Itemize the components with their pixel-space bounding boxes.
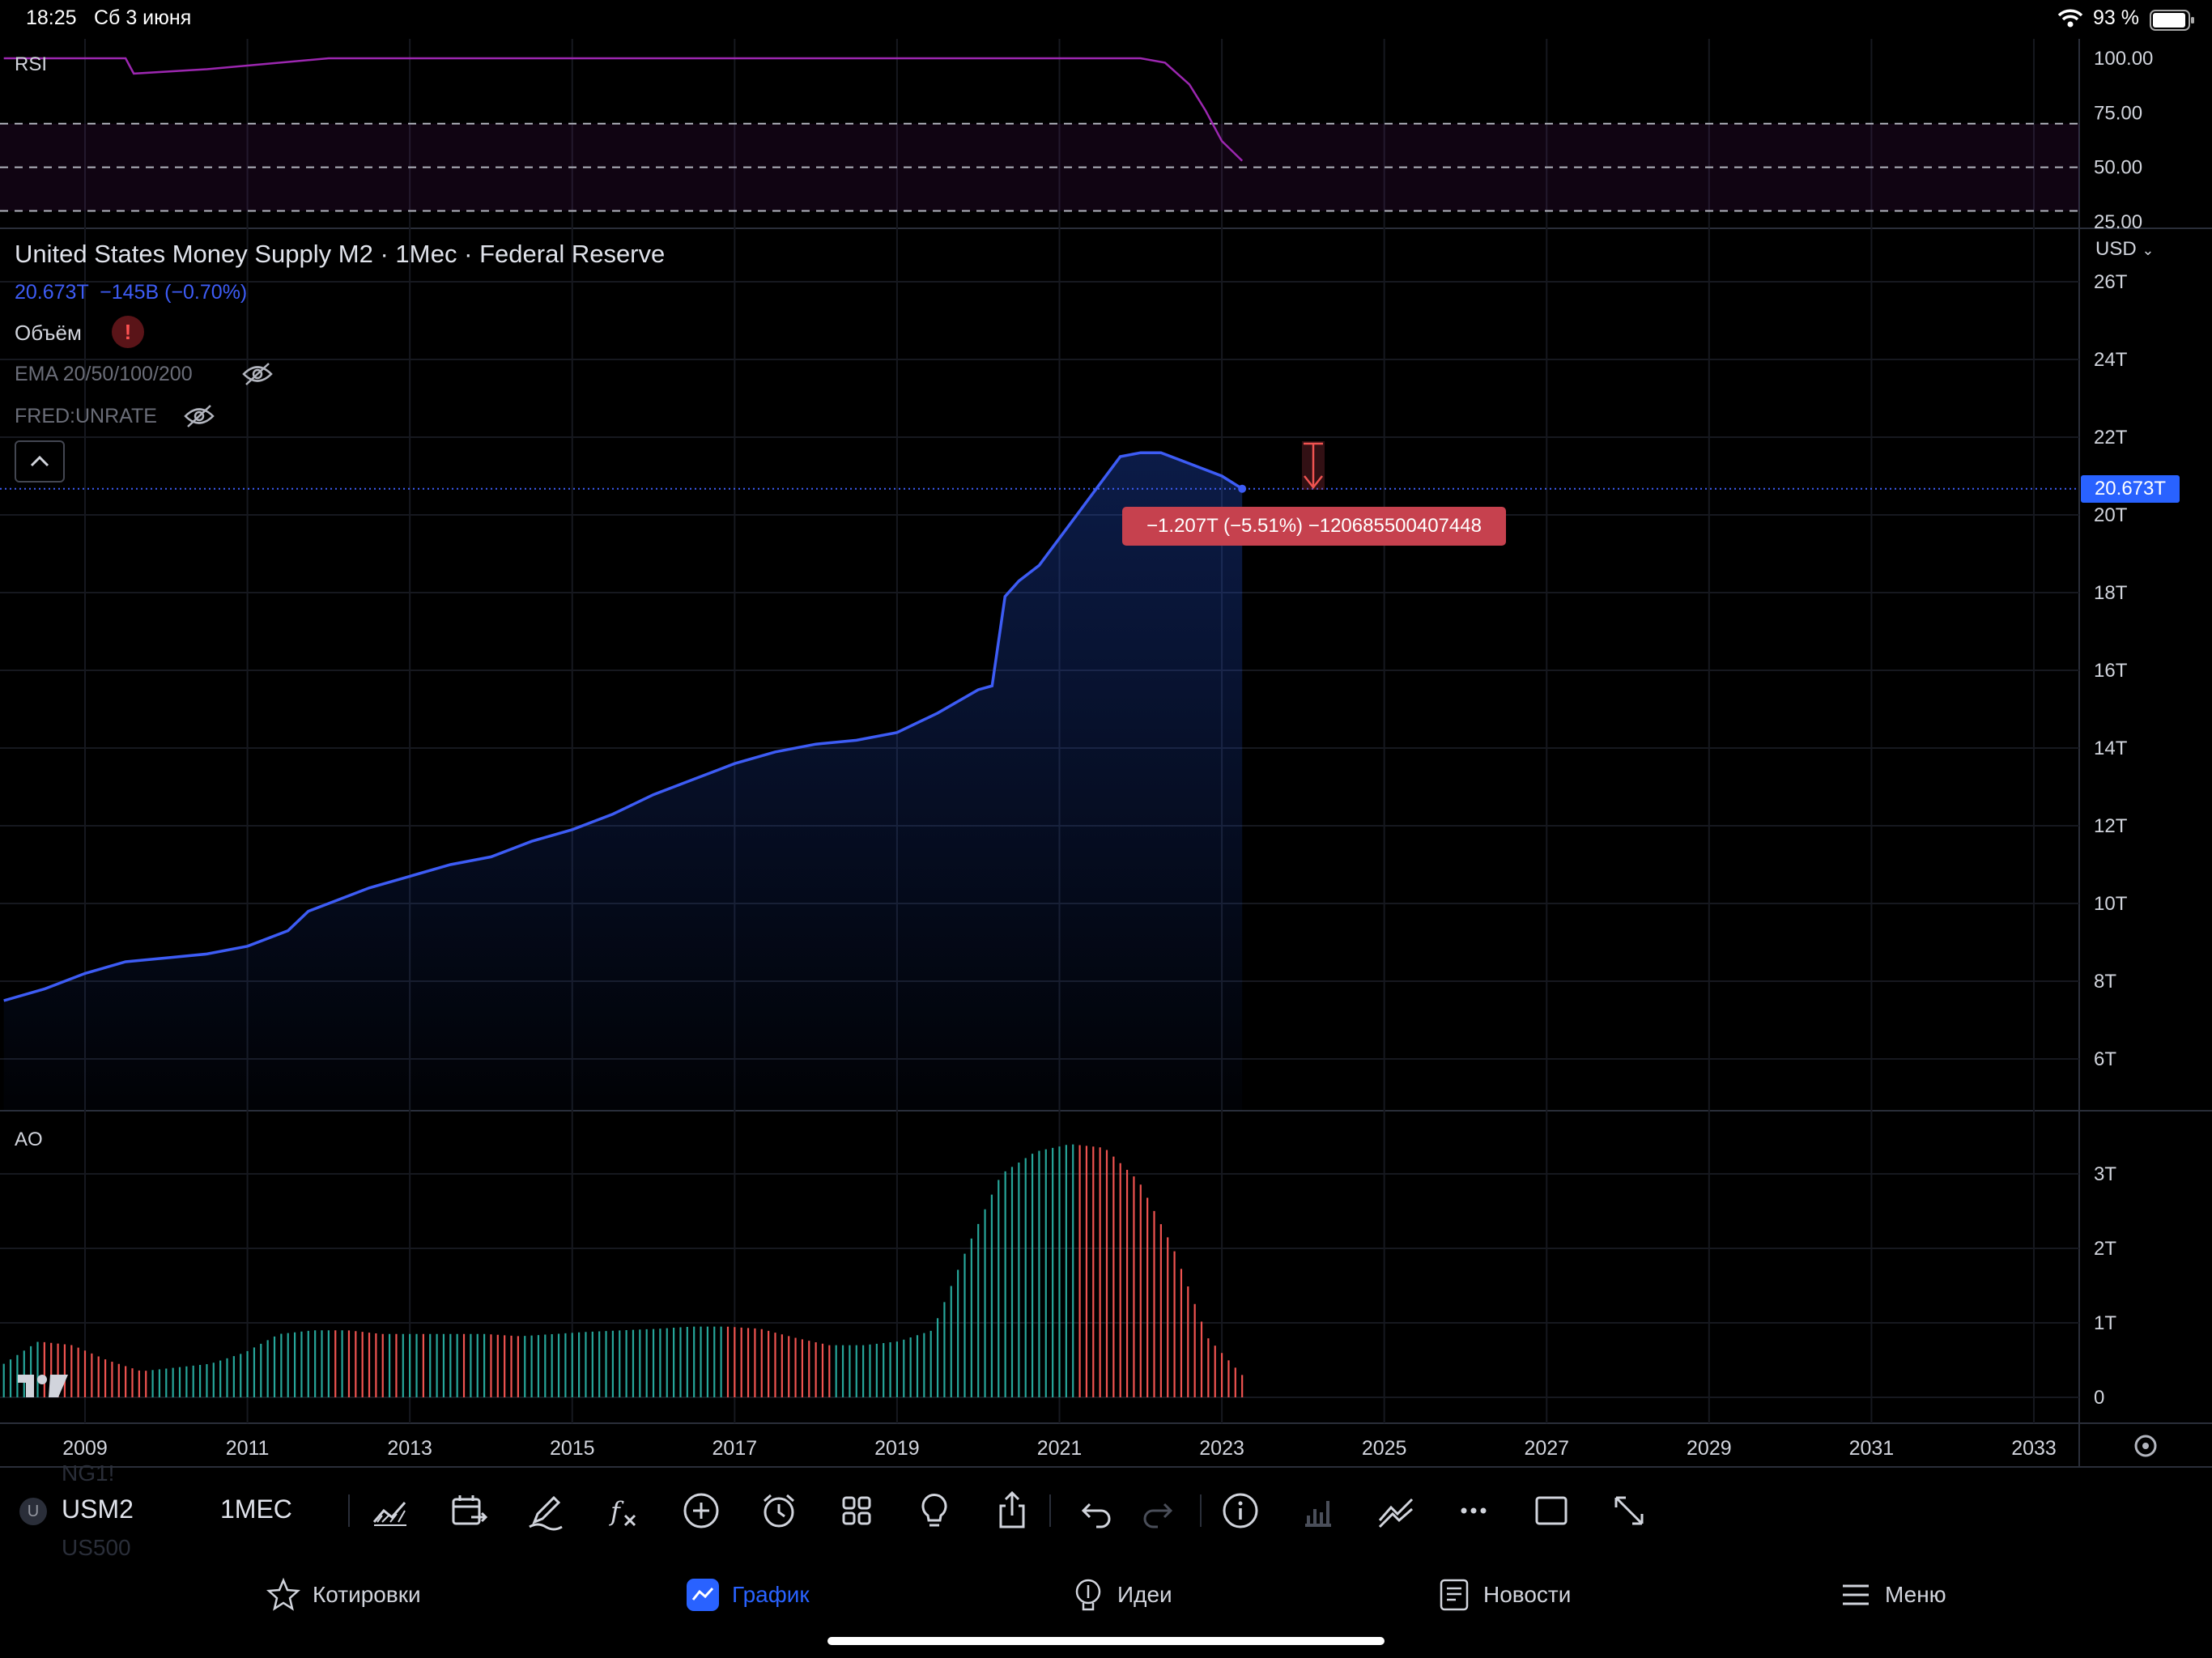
symbol-button[interactable]: USM2: [62, 1494, 134, 1524]
price-change: 20.673T −145B (−0.70%): [15, 281, 248, 304]
price-tick-label: 26T: [2094, 271, 2128, 293]
time-tick-label: 2033: [2011, 1437, 2057, 1460]
eye-hidden-icon[interactable]: [183, 403, 215, 433]
price-tick-label: 20T: [2094, 504, 2128, 526]
svg-text:f: f: [609, 1496, 624, 1527]
time-tick-label: 2029: [1687, 1437, 1732, 1460]
time-tick-label: 2031: [1849, 1437, 1895, 1460]
alert-icon[interactable]: [755, 1486, 803, 1535]
price-tick-label: 6T: [2094, 1048, 2116, 1070]
rsi-label[interactable]: RSI: [15, 53, 47, 76]
chart-icon: [687, 1579, 719, 1611]
price-tick-label: 16T: [2094, 660, 2128, 682]
lightbulb-icon: [1075, 1579, 1101, 1611]
volume-icon[interactable]: [1294, 1486, 1342, 1535]
eye-hidden-icon[interactable]: [241, 361, 274, 391]
measure-arrow[interactable]: [1302, 441, 1325, 490]
chevron-down-icon: ⌄: [2142, 242, 2155, 258]
time-tick-label: 2021: [1037, 1437, 1083, 1460]
nav-chart[interactable]: График: [685, 1572, 810, 1618]
indicators-icon[interactable]: f: [599, 1486, 648, 1535]
rsi-tick-label: 50.00: [2094, 157, 2142, 179]
menu-icon: [1843, 1584, 1869, 1605]
nav-menu-label: Меню: [1885, 1582, 1946, 1607]
warning-icon[interactable]: !: [112, 316, 144, 348]
ao-tick-label: 1T: [2094, 1312, 2116, 1334]
price-tick-label: 12T: [2094, 815, 2128, 837]
chart-title[interactable]: United States Money Supply M2 · 1Мес · F…: [15, 240, 665, 269]
nav-ideas[interactable]: Идеи: [1070, 1572, 1172, 1618]
price-tick-label: 8T: [2094, 971, 2116, 993]
measure-text: −1.207T (−5.51%) −120685500407448: [1146, 515, 1482, 537]
symbol-ghost-above: NG1!: [62, 1460, 115, 1486]
rsi-tick-label: 25.00: [2094, 211, 2142, 233]
time-tick-label: 2019: [874, 1437, 920, 1460]
rsi-tick-label: 75.00: [2094, 102, 2142, 124]
nav-news[interactable]: Новости: [1436, 1572, 1571, 1618]
redo-icon[interactable]: [1134, 1486, 1182, 1535]
last-price-label: 20.673T: [2081, 475, 2180, 503]
ema-label[interactable]: EMA 20/50/100/200: [15, 363, 193, 386]
currency-label: USD: [2095, 238, 2137, 260]
draw-icon[interactable]: [521, 1486, 570, 1535]
time-tick-label: 2017: [713, 1437, 758, 1460]
unrate-label[interactable]: FRED:UNRATE: [15, 405, 157, 428]
time-tick-label: 2025: [1362, 1437, 1407, 1460]
price-tick-label: 22T: [2094, 427, 2128, 449]
ao-tick-label: 3T: [2094, 1163, 2116, 1185]
price-tick-label: 14T: [2094, 738, 2128, 759]
more-icon[interactable]: [1449, 1486, 1498, 1535]
toolbar-divider: [1049, 1494, 1051, 1527]
interval-button[interactable]: 1МЕС: [220, 1494, 292, 1524]
nav-chart-label: График: [732, 1582, 810, 1607]
chevron-up-icon: [30, 455, 49, 467]
symbol-ghost-below: US500: [62, 1535, 131, 1560]
symbol-badge: U: [19, 1498, 47, 1525]
home-indicator: [827, 1637, 1385, 1645]
ao-label[interactable]: AO: [15, 1129, 43, 1151]
price-tick-label: 24T: [2094, 349, 2128, 371]
trend-icon[interactable]: [1372, 1486, 1420, 1535]
main-area-fill: [3, 453, 1243, 1111]
news-icon: [1440, 1579, 1469, 1611]
undo-icon[interactable]: [1072, 1486, 1121, 1535]
nav-ideas-label: Идеи: [1117, 1582, 1172, 1607]
chart-type-icon[interactable]: [366, 1486, 415, 1535]
volume-label[interactable]: Объём: [15, 321, 82, 346]
ideas-icon[interactable]: [910, 1486, 959, 1535]
axis-settings-icon[interactable]: [2134, 1435, 2157, 1457]
ao-tick-label: 2T: [2094, 1238, 2116, 1260]
time-tick-label: 2023: [1199, 1437, 1244, 1460]
symbol-badge-text: U: [27, 1503, 40, 1520]
time-tick-label: 2013: [387, 1437, 432, 1460]
time-tick-label: 2011: [226, 1437, 270, 1460]
price-tick-label: 10T: [2094, 893, 2128, 915]
measure-tooltip: −1.207T (−5.51%) −120685500407448: [1122, 507, 1506, 546]
price-tick-label: 18T: [2094, 582, 2128, 604]
toolbar-divider: [348, 1494, 350, 1527]
star-icon: [266, 1577, 301, 1611]
share-icon[interactable]: [988, 1486, 1036, 1535]
time-tick-label: 2015: [550, 1437, 595, 1460]
rsi-tick-label: 100.00: [2094, 48, 2153, 70]
info-icon[interactable]: [1216, 1486, 1265, 1535]
compare-icon[interactable]: [444, 1486, 492, 1535]
ao-tick-label: 0: [2094, 1387, 2104, 1409]
last-price-text: 20.673T: [2094, 478, 2167, 500]
collapse-legend-button[interactable]: [15, 440, 65, 483]
nav-quotes-label: Котировки: [313, 1582, 421, 1607]
time-tick-label: 2027: [1524, 1437, 1569, 1460]
toolbar-divider: [1200, 1494, 1202, 1527]
nav-quotes[interactable]: Котировки: [266, 1572, 421, 1618]
layouts-icon[interactable]: [832, 1486, 881, 1535]
add-icon[interactable]: [677, 1486, 725, 1535]
fullscreen-box-icon[interactable]: [1527, 1486, 1576, 1535]
time-tick-label: 2009: [62, 1437, 108, 1460]
tradingview-logo[interactable]: [16, 1371, 70, 1405]
nav-menu[interactable]: Меню: [1838, 1572, 1946, 1618]
expand-icon[interactable]: [1605, 1486, 1653, 1535]
nav-news-label: Новости: [1483, 1582, 1572, 1607]
currency-selector[interactable]: USD ⌄: [2095, 238, 2154, 261]
